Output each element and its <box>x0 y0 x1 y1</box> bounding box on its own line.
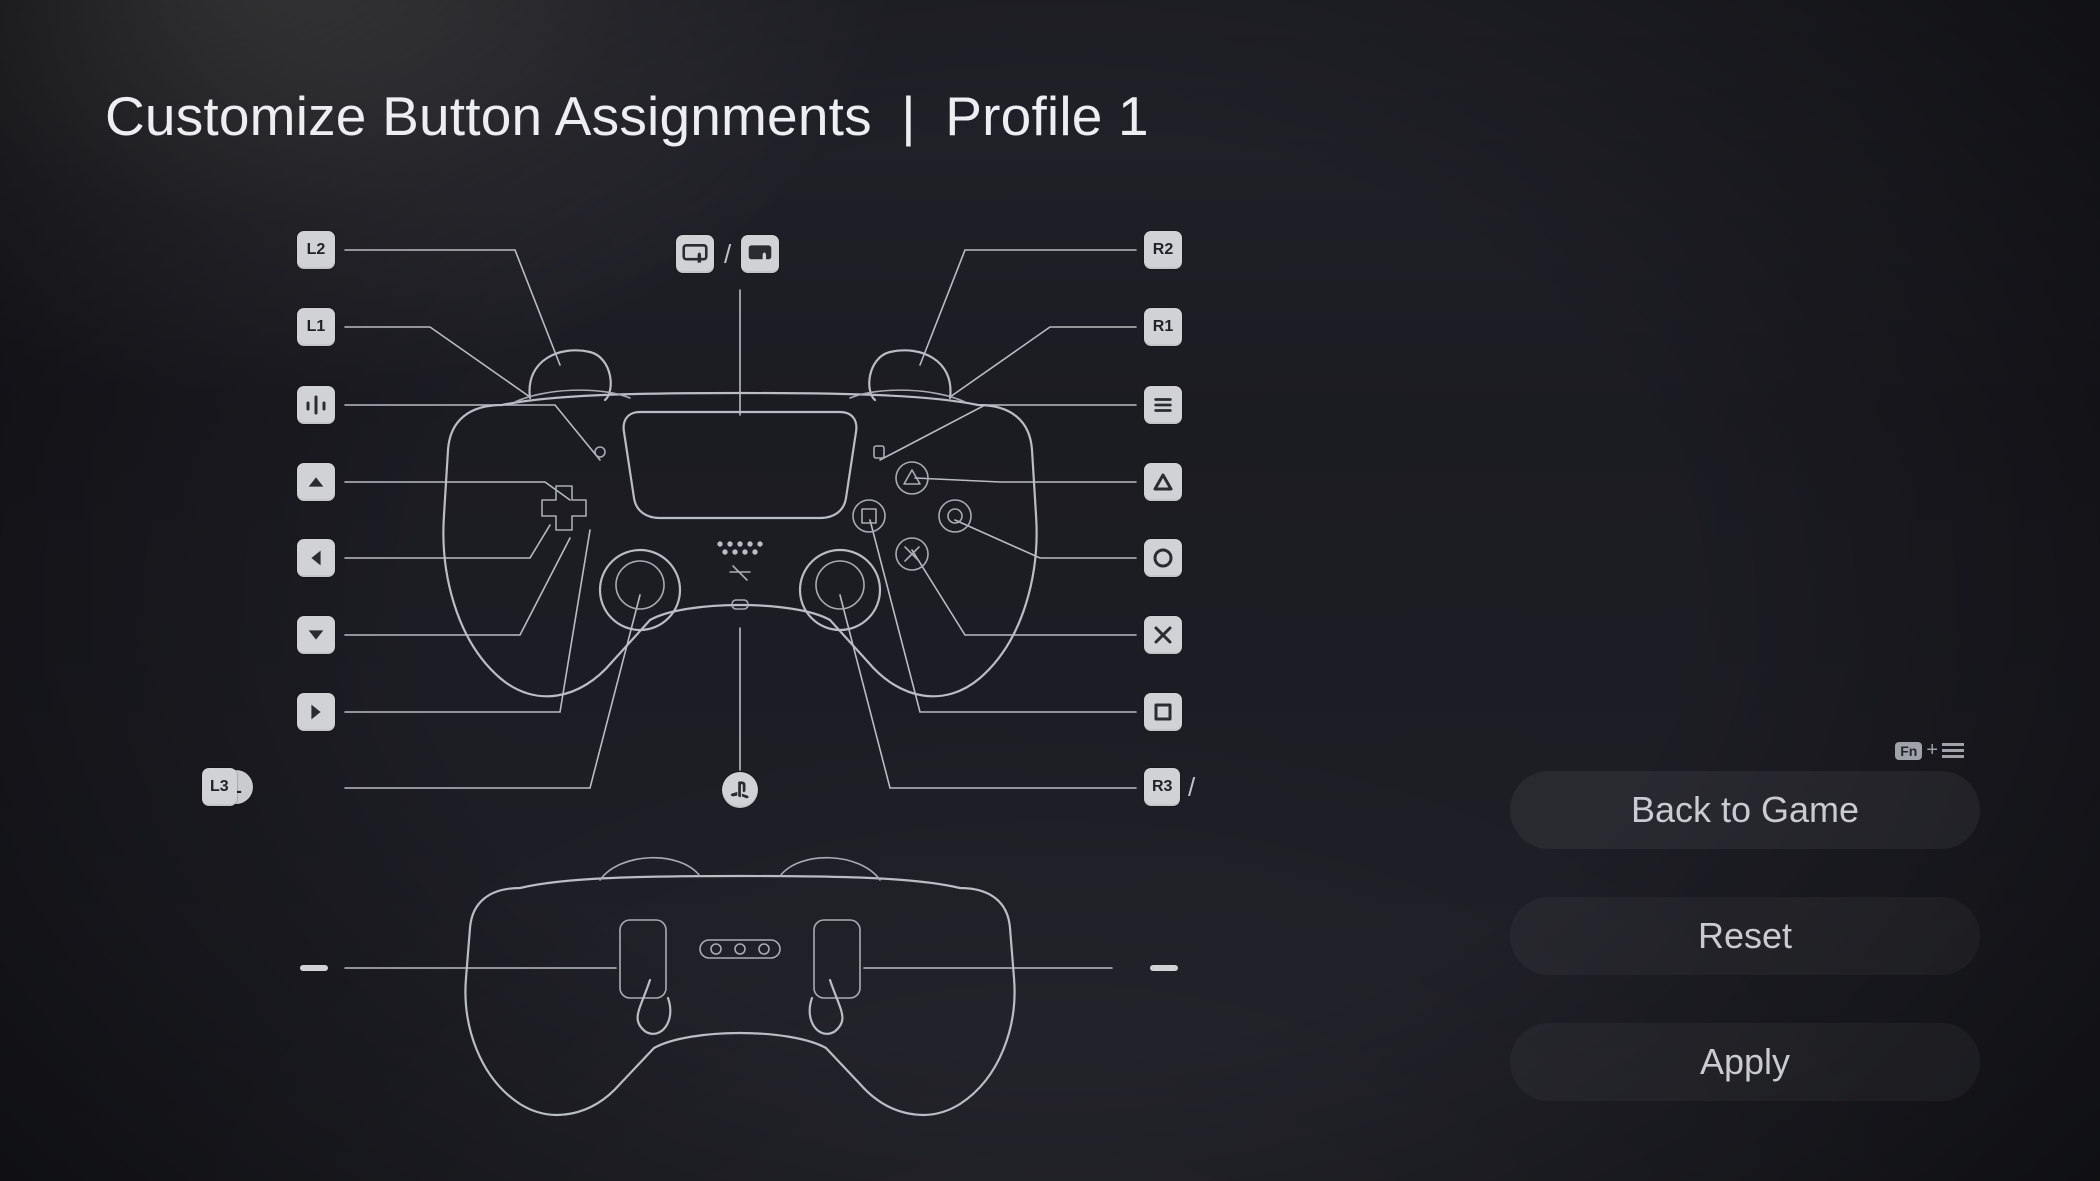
l2-label: L2 <box>307 241 326 259</box>
back-to-game-hint: Fn + <box>1895 739 1964 762</box>
controller-diagram: .ln { stroke:#b9bcc2; stroke-width:1.6; … <box>0 0 1500 1181</box>
create-icon <box>304 393 328 417</box>
touchpad-group[interactable]: / <box>676 235 779 273</box>
back-to-game-button[interactable]: Fn + Back to Game <box>1510 771 1980 849</box>
l3-label: L3 <box>210 778 229 796</box>
dpad-down-tag[interactable] <box>297 616 335 654</box>
apply-label: Apply <box>1700 1041 1790 1083</box>
back-left-unassigned[interactable] <box>300 965 328 971</box>
create-tag[interactable] <box>297 386 335 424</box>
l2-tag[interactable]: L2 <box>297 231 335 269</box>
r3-group[interactable]: R / R3 <box>1144 770 1195 804</box>
l3-tag: L3 <box>202 768 237 806</box>
touchpad-click-icon <box>747 243 773 265</box>
r3-label: R3 <box>1152 778 1172 796</box>
dpad-up-tag[interactable] <box>297 463 335 501</box>
touchpad-click-tag <box>741 235 779 273</box>
r2-tag[interactable]: R2 <box>1144 231 1182 269</box>
back-right-unassigned[interactable] <box>1150 965 1178 971</box>
fn-chip: Fn <box>1895 742 1922 760</box>
plus-icon: + <box>1926 739 1938 762</box>
back-to-game-label: Back to Game <box>1631 789 1859 831</box>
options-tag[interactable] <box>1144 386 1182 424</box>
options-icon <box>1942 743 1964 759</box>
circle-tag[interactable] <box>1144 539 1182 577</box>
l1-tag[interactable]: L1 <box>297 308 335 346</box>
square-icon <box>1151 700 1175 724</box>
reset-label: Reset <box>1698 915 1792 957</box>
r1-tag[interactable]: R1 <box>1144 308 1182 346</box>
apply-button[interactable]: Apply <box>1510 1023 1980 1101</box>
options-icon <box>1152 394 1174 416</box>
reset-button[interactable]: Reset <box>1510 897 1980 975</box>
triangle-icon <box>1151 470 1175 494</box>
dpad-right-icon <box>305 701 327 723</box>
ps-button-tag[interactable] <box>722 772 758 808</box>
touchpad-swipe-icon <box>682 243 708 265</box>
dpad-left-icon <box>305 547 327 569</box>
slash: / <box>1188 772 1195 803</box>
slash: / <box>724 239 731 270</box>
dpad-down-icon <box>305 624 327 646</box>
cross-icon <box>1151 623 1175 647</box>
action-column: Fn + Back to Game Reset Apply <box>1510 771 1980 1101</box>
triangle-tag[interactable] <box>1144 463 1182 501</box>
r1-label: R1 <box>1153 318 1173 336</box>
r2-label: R2 <box>1153 241 1173 259</box>
square-tag[interactable] <box>1144 693 1182 731</box>
r3-tag: R3 <box>1144 768 1180 806</box>
touchpad-swipe-tag <box>676 235 714 273</box>
cross-tag[interactable] <box>1144 616 1182 654</box>
l1-label: L1 <box>307 318 326 336</box>
l3-group[interactable]: L3 / L <box>202 770 253 804</box>
ps-button-icon <box>729 779 751 801</box>
dpad-right-tag[interactable] <box>297 693 335 731</box>
dpad-left-tag[interactable] <box>297 539 335 577</box>
dpad-up-icon <box>305 471 327 493</box>
circle-icon <box>1151 546 1175 570</box>
